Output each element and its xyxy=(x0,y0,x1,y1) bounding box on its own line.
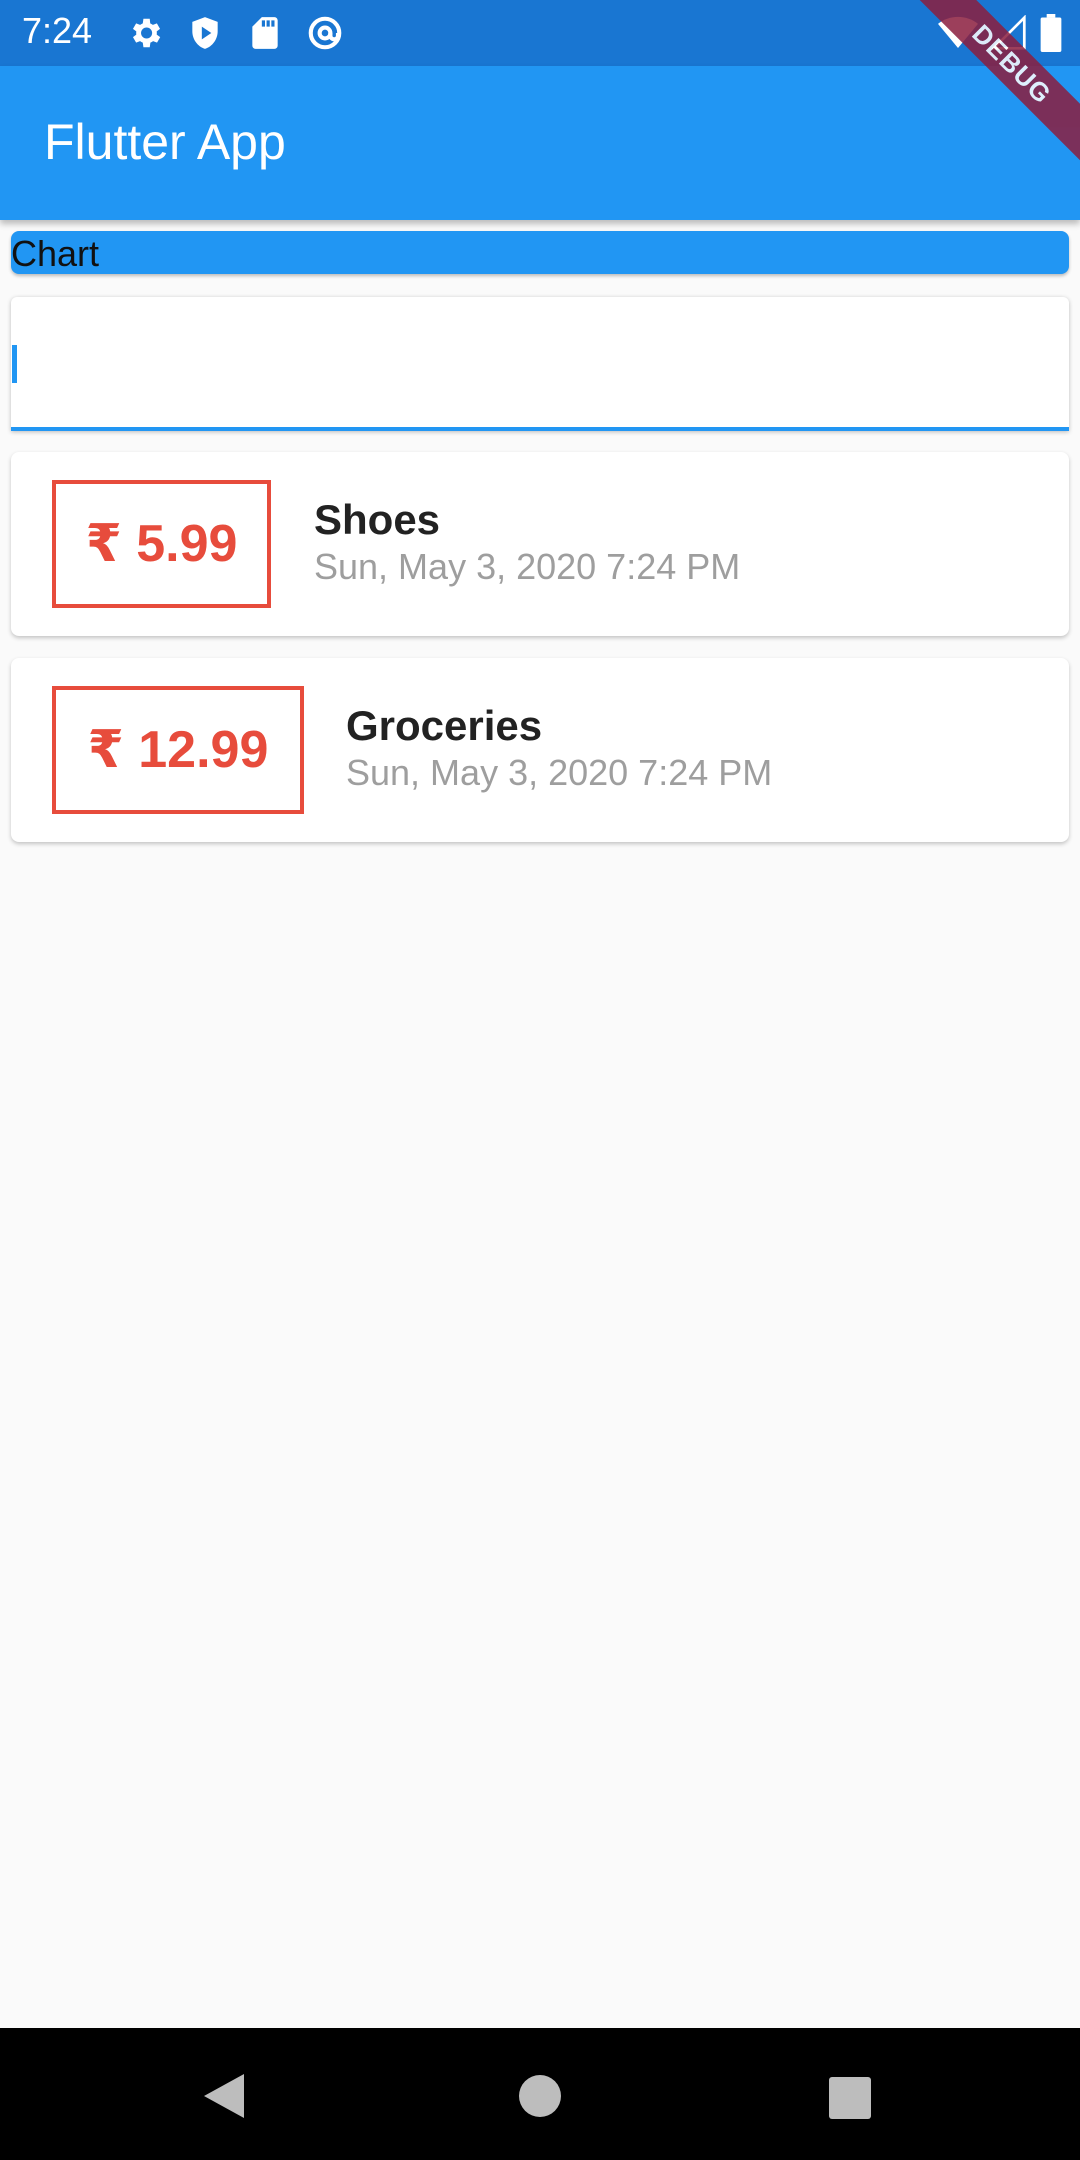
sd-card-icon xyxy=(246,14,284,52)
input-card xyxy=(11,297,1069,431)
settings-icon xyxy=(126,14,164,52)
status-icons-left xyxy=(126,14,344,52)
text-cursor xyxy=(12,345,17,383)
transaction-date: Sun, May 3, 2020 7:24 PM xyxy=(314,546,741,587)
chart-card: Chart xyxy=(11,231,1069,274)
chart-label: Chart xyxy=(11,233,100,274)
debug-banner-label: DEBUG xyxy=(905,0,1080,171)
input-underline xyxy=(11,427,1069,431)
back-icon[interactable] xyxy=(202,2072,246,2125)
amount-box: ₹ 5.99 xyxy=(52,480,271,608)
transaction-date: Sun, May 3, 2020 7:24 PM xyxy=(346,752,773,793)
shield-play-icon xyxy=(186,14,224,52)
transaction-title: Shoes xyxy=(314,496,441,543)
status-time: 7:24 xyxy=(22,10,93,51)
transaction-amount: ₹ 5.99 xyxy=(85,515,238,573)
transaction-card[interactable]: ₹ 5.99 Shoes Sun, May 3, 2020 7:24 PM xyxy=(11,452,1069,636)
transaction-card[interactable]: ₹ 12.99 Groceries Sun, May 3, 2020 7:24 … xyxy=(11,658,1069,842)
recents-icon[interactable] xyxy=(828,2076,872,2125)
transaction-title: Groceries xyxy=(346,702,543,749)
home-icon[interactable] xyxy=(518,2074,562,2123)
app-title: Flutter App xyxy=(44,114,286,170)
transaction-input[interactable] xyxy=(21,327,1051,397)
navigation-bar xyxy=(0,2028,1080,2160)
at-sign-icon xyxy=(306,14,344,52)
debug-banner: DEBUG xyxy=(880,0,1080,200)
transaction-amount: ₹ 12.99 xyxy=(87,721,269,779)
amount-box: ₹ 12.99 xyxy=(52,686,304,814)
